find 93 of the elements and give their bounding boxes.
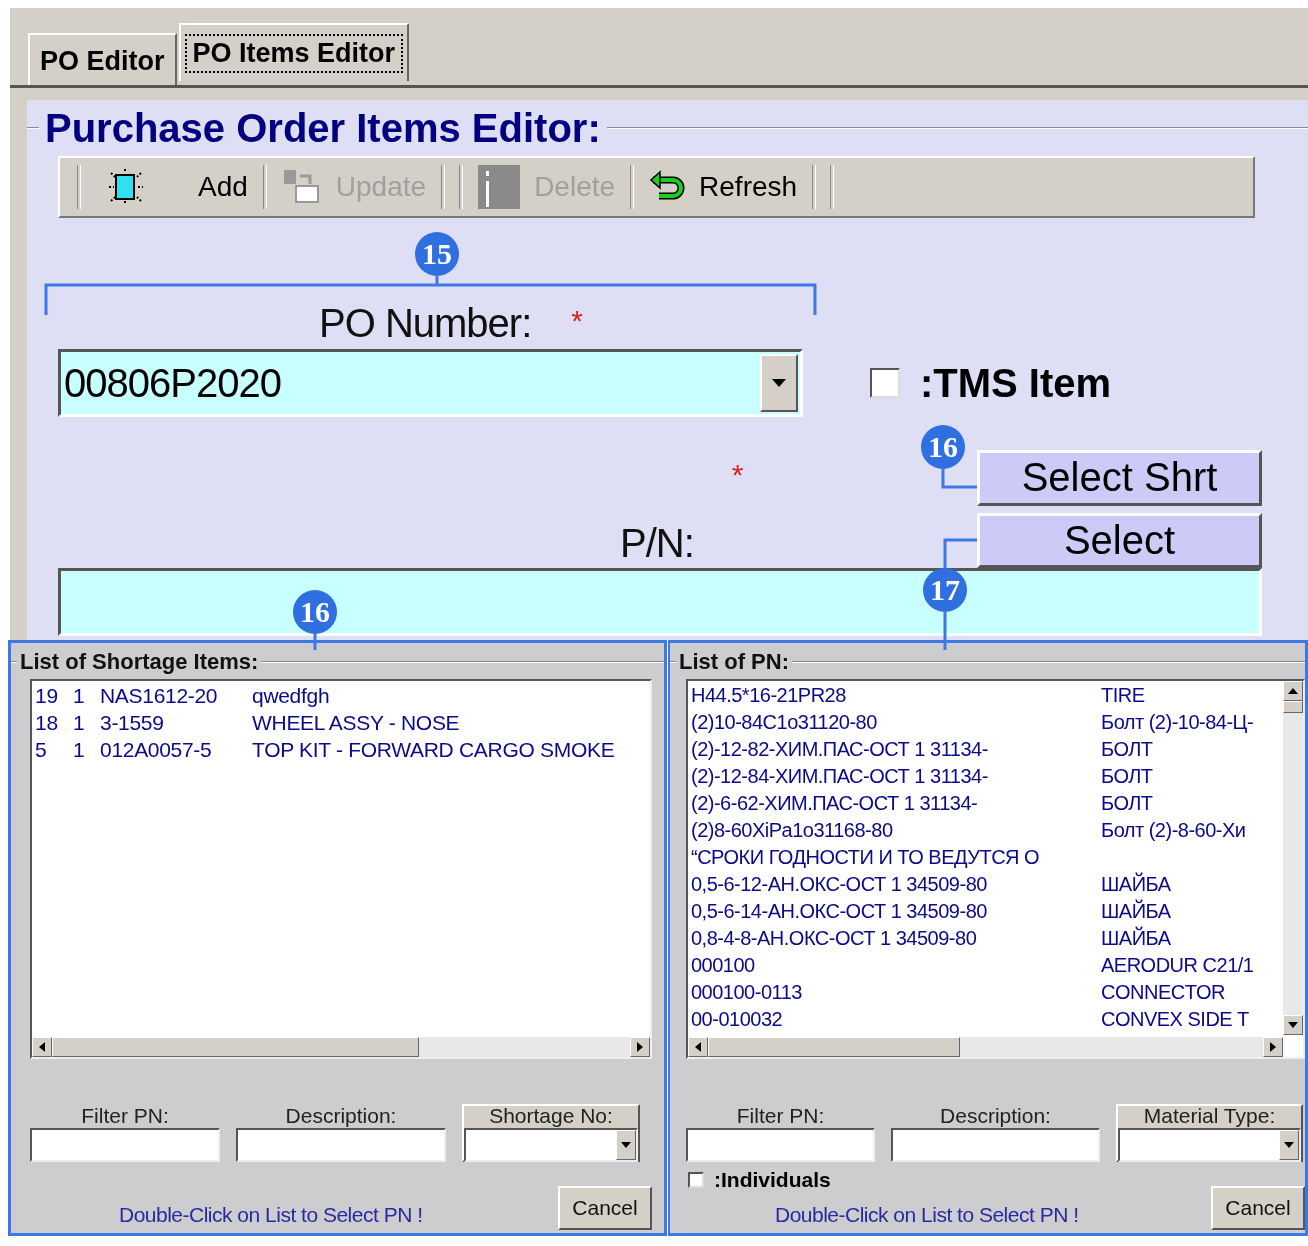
list-cell: qwedfgh (252, 683, 330, 708)
list-box[interactable]: 19 1 NAS1612-20 qwedfgh 18 1 3-1559 WHEEL ASSY - NOSE 5 1 012A0057-5 TOP KIT - FORWARD CARGO SMOKE (30, 679, 652, 1059)
list-cell-text: (2)8-60XiPa1o31168-80 (691, 819, 894, 842)
document-icon (281, 168, 322, 206)
dropdown-arrow-icon (1284, 1142, 1294, 1148)
pn-label: P/N: (620, 521, 694, 566)
list-cell-text: 5 (35, 737, 48, 762)
panel-title: List of PN: (679, 649, 789, 675)
pn-input-field[interactable] (58, 568, 1262, 636)
list-cell: CONNECTOR (1101, 981, 1226, 1004)
down-arrow-icon (1288, 1022, 1298, 1028)
hint-text: Double-Click on List to Select PN ! (119, 1203, 423, 1227)
individuals-checkbox[interactable] (688, 1172, 704, 1188)
required-mark: * (731, 458, 744, 492)
list-cell-text: 1 (73, 737, 86, 762)
tms-item-label: :TMS Item (920, 360, 1112, 406)
list-cell: TOP KIT - FORWARD CARGO SMOKE (252, 737, 615, 762)
filter-input-field[interactable] (686, 1128, 876, 1162)
list-cell-text: 18 (35, 710, 59, 735)
list-cell-text: “СРОКИ ГОДНОСТИ И ТО ВЕДУТСЯ О (691, 846, 1041, 869)
list-box[interactable] (686, 679, 1305, 1059)
list-cell-text: 000100 (691, 954, 756, 977)
list-cell: CONVEX SIDE T (1101, 1008, 1249, 1031)
select-shrt-button[interactable]: Select Shrt (977, 450, 1262, 506)
right-arrow-icon (1270, 1042, 1276, 1052)
dropdown-arrow-icon (772, 379, 786, 387)
list-cell-text: 0,5-6-14-АН.ОКС-ОСТ 1 34509-80 (691, 900, 988, 923)
tms-item-checkbox[interactable] (870, 368, 900, 398)
cancel-button[interactable]: Cancel (558, 1186, 652, 1230)
horizontal-scrollbar[interactable] (688, 1037, 1283, 1057)
horizontal-scrollbar[interactable] (32, 1037, 650, 1057)
filter-dropdown[interactable] (464, 1128, 638, 1162)
left-arrow-icon (695, 1042, 701, 1052)
leader-line (941, 469, 977, 489)
new-page-icon (106, 168, 146, 206)
cancel-button[interactable]: Cancel (1211, 1186, 1305, 1230)
list-cell: Болт (2)-10-84-Ц- (1101, 711, 1254, 734)
list-cell: БОЛТ (1101, 765, 1153, 788)
scroll-thumb[interactable] (52, 1037, 419, 1057)
individuals-label: :Individuals (714, 1168, 831, 1192)
list-cell-text: 0,5-6-12-АН.ОКС-ОСТ 1 34509-80 (691, 873, 988, 896)
list-cell-text: (2)-6-62-ХИМ.ПАС-ОСТ 1 31134- (691, 792, 979, 815)
up-arrow-icon (1288, 688, 1298, 694)
list-cell-text: (2)-12-82-ХИМ.ПАС-ОСТ 1 31134- (691, 738, 989, 761)
list-cell-text: 19 (35, 683, 59, 708)
filter-label: Description: (285, 1104, 397, 1128)
list-cell-text: H44.5*16-21PR28 (691, 684, 847, 707)
group-title: Purchase Order Items Editor: (45, 105, 601, 151)
filter-input-field[interactable] (30, 1128, 220, 1162)
list-cell: ШАЙБА (1101, 900, 1171, 923)
scroll-thumb[interactable] (708, 1037, 960, 1057)
vertical-scrollbar[interactable] (1283, 681, 1303, 1035)
list-cell: БОЛТ (1101, 792, 1153, 815)
list-cell-text: 012A0057-5 (100, 737, 213, 762)
list-cell-text: NAS1612-20 (100, 683, 219, 708)
filter-input-field[interactable] (236, 1128, 446, 1162)
select-button[interactable]: Select (977, 512, 1262, 568)
hint-text: Double-Click on List to Select PN ! (775, 1203, 1079, 1227)
filter-dropdown[interactable] (1117, 1128, 1301, 1162)
block-icon (478, 165, 521, 209)
list-cell-text: 1 (73, 710, 86, 735)
required-mark: * (571, 304, 583, 338)
po-number-label: PO Number: (319, 301, 532, 346)
list-cell: БОЛТ (1101, 738, 1153, 761)
list-cell-text: 0,8-4-8-АН.ОКС-ОСТ 1 34509-80 (691, 927, 978, 950)
list-cell-text: 1 (73, 683, 86, 708)
dropdown-arrow-icon (621, 1142, 631, 1148)
list-cell-text: (2)-12-84-ХИМ.ПАС-ОСТ 1 31134- (691, 765, 989, 788)
filter-label: Material Type: (1143, 1104, 1276, 1128)
list-cell-text: 3-1559 (100, 710, 165, 735)
list-cell: ШАЙБА (1101, 927, 1171, 950)
filter-label: Description: (940, 1104, 1051, 1128)
list-cell-text: 00-010032 (691, 1008, 784, 1031)
toolbar-button[interactable]: Add (88, 168, 256, 206)
list-cell-text: (2)10-84C1o31120-80 (691, 711, 878, 734)
list-cell: Болт (2)-8-60-Хи (1101, 819, 1246, 842)
filter-label: Shortage No: (489, 1104, 613, 1128)
filter-label: Filter PN: (81, 1104, 169, 1128)
tab[interactable]: PO Editor (28, 33, 177, 85)
list-cell: ШАЙБА (1101, 873, 1171, 896)
po-number-dropdown[interactable]: 00806P2020 (58, 349, 803, 417)
list-cell: TIRE (1101, 684, 1145, 707)
left-arrow-icon (39, 1042, 45, 1052)
panel-title: List of Shortage Items: (20, 649, 259, 675)
filter-input-field[interactable] (891, 1128, 1100, 1162)
list-cell: WHEEL ASSY - NOSE (252, 710, 460, 735)
toolbar-button[interactable]: Refresh (641, 170, 806, 204)
tab[interactable]: PO Items Editor (178, 23, 410, 81)
filter-label: Filter PN: (736, 1104, 825, 1128)
right-arrow-icon (637, 1042, 643, 1052)
list-cell: AERODUR C21/1 (1101, 954, 1254, 977)
scroll-thumb[interactable] (1283, 701, 1303, 713)
list-cell-text: 000100-0113 (691, 981, 803, 1004)
